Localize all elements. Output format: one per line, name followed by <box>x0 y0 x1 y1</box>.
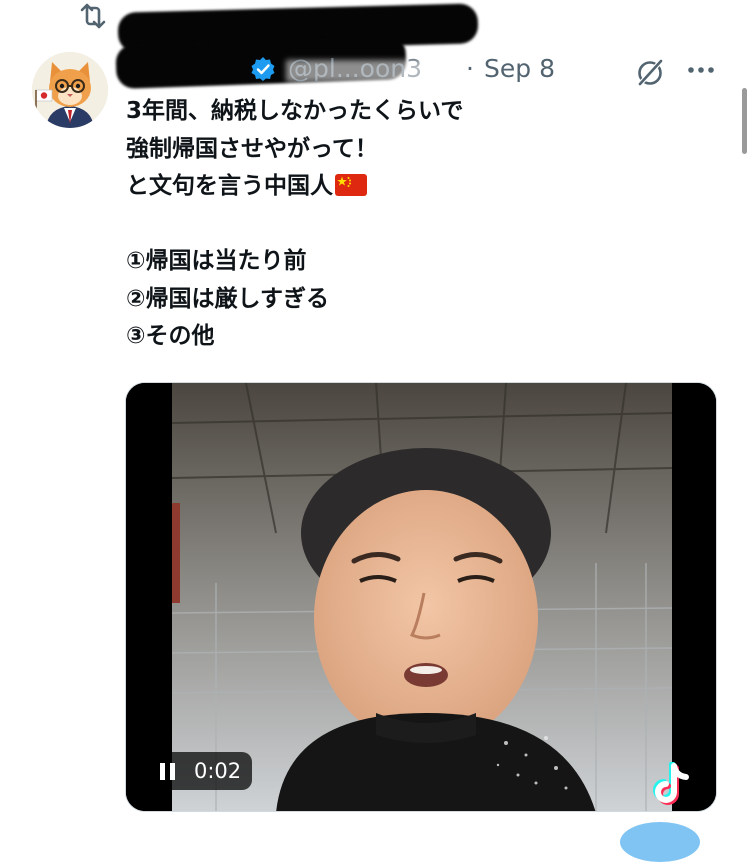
floating-action-button[interactable] <box>620 822 700 862</box>
video-frame <box>126 383 716 811</box>
handle-obscured <box>286 60 454 82</box>
video-player[interactable] <box>125 382 717 812</box>
repost-icon <box>80 3 106 29</box>
post-text: 3年間、納税しなかったくらいで 強制帰国させやがって！ と文句を言う中国人 ①帰… <box>126 93 686 356</box>
post-line: 強制帰国させやがって！ <box>126 135 378 162</box>
pause-icon[interactable] <box>160 763 176 780</box>
playback-time: 0:02 <box>194 759 242 783</box>
post-line: ③その他 <box>126 323 215 349</box>
post-line: 3年間、納税しなかったくらいで <box>126 98 464 124</box>
verified-badge-icon <box>251 57 275 81</box>
avatar[interactable] <box>32 52 108 128</box>
playback-time-badge[interactable]: 0:02 <box>148 752 252 790</box>
grok-icon[interactable] <box>634 56 666 88</box>
china-flag-icon <box>335 174 367 196</box>
post-line-blank <box>126 206 686 244</box>
separator-dot: · <box>466 54 474 83</box>
post-header: @pl...oon3 · Sep 8 <box>126 52 586 88</box>
post-line: と文句を言う中国人 <box>126 173 333 199</box>
post-line: ②帰国は厳しすぎる <box>126 285 330 312</box>
scrollbar[interactable] <box>742 88 747 154</box>
more-options-icon[interactable] <box>686 60 716 80</box>
tiktok-icon <box>653 762 689 805</box>
post-date[interactable]: Sep 8 <box>484 54 555 83</box>
post-line: ①帰国は当たり前 <box>126 248 307 274</box>
post-line-with-flag: と文句を言う中国人 <box>126 168 686 206</box>
